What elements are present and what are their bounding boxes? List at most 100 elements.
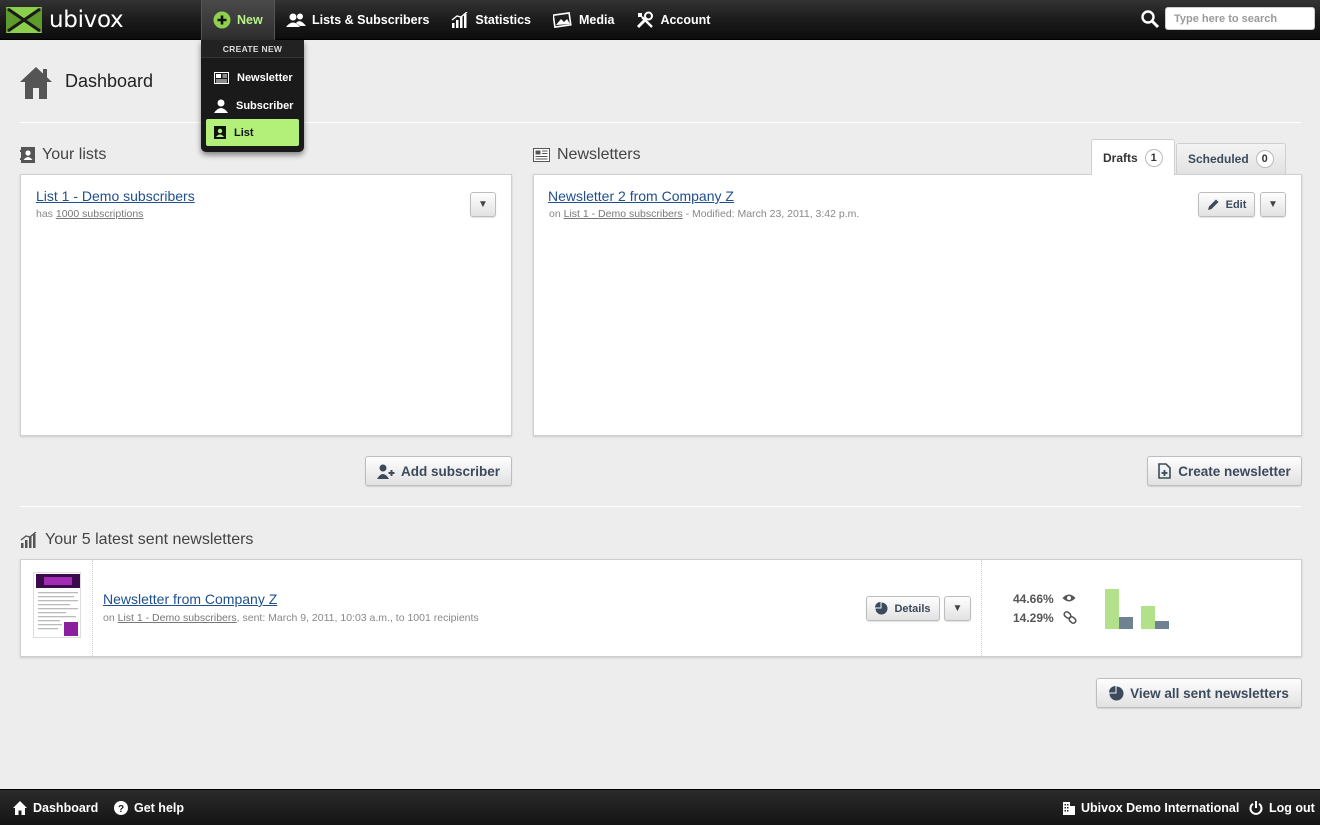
footer-bar: Dashboard ? Get help Ubivox Demo Interna… <box>0 789 1320 825</box>
footer-help-link[interactable]: ? Get help <box>114 790 184 825</box>
sent-section-heading: Your 5 latest sent newsletters <box>20 531 253 549</box>
newsletter-preview-image <box>34 573 80 637</box>
newsletter-draft-list-link[interactable]: List 1 - Demo subscribers <box>564 208 683 220</box>
address-book-icon <box>20 147 35 163</box>
link-icon <box>1063 611 1077 624</box>
list-item-prefix: has <box>36 208 53 220</box>
newsletter-draft-title[interactable]: Newsletter 2 from Company Z <box>548 188 734 204</box>
search-input[interactable] <box>1165 7 1315 30</box>
newsletter-draft-meta: on List 1 - Demo subscribers - Modified:… <box>549 208 859 220</box>
create-new-dropdown: CREATE NEW Newsletter Subscriber List <box>201 40 304 152</box>
footer-logout-label: Log out <box>1269 801 1315 815</box>
plus-circle-icon <box>213 11 231 29</box>
view-all-sent-button[interactable]: View all sent newsletters <box>1096 678 1302 708</box>
mini-chart-bar-gray <box>1119 617 1133 629</box>
tools-icon <box>637 11 654 29</box>
view-all-label: View all sent newsletters <box>1130 685 1289 701</box>
search-icon[interactable] <box>1140 9 1160 29</box>
mini-chart-bar-gray <box>1155 621 1169 629</box>
thumb-divider <box>92 560 93 656</box>
sent-newsletters-panel: Newsletter from Company Z on List 1 - De… <box>20 559 1302 657</box>
footer-dashboard-link[interactable]: Dashboard <box>13 790 98 825</box>
logo[interactable]: ubivox <box>6 5 124 35</box>
sent-heading-text: Your 5 latest sent newsletters <box>45 531 254 548</box>
edit-newsletter-button[interactable]: Edit <box>1198 192 1255 217</box>
list-item-title[interactable]: List 1 - Demo subscribers <box>36 188 195 204</box>
mini-chart-bar-green <box>1105 589 1119 629</box>
users-icon <box>286 13 306 27</box>
dropdown-item-list[interactable]: List <box>206 119 299 146</box>
lists-heading-text: Your lists <box>42 146 107 163</box>
ubivox-logo-icon <box>6 7 42 33</box>
pie-chart-icon <box>875 602 888 615</box>
add-subscriber-button[interactable]: Add subscriber <box>365 456 512 486</box>
brand-name: ubivox <box>49 7 124 33</box>
newspaper-icon <box>533 148 550 162</box>
dropdown-list-label: List <box>234 126 254 139</box>
footer-logout-link[interactable]: Log out <box>1249 790 1315 825</box>
newsletter-thumbnail[interactable] <box>33 572 81 638</box>
nav-statistics[interactable]: Statistics <box>440 0 542 40</box>
tab-scheduled-label: Scheduled <box>1188 152 1249 166</box>
help-icon: ? <box>114 801 128 815</box>
tab-drafts-label: Drafts <box>1103 150 1138 165</box>
power-icon <box>1249 801 1263 815</box>
pie-chart-icon <box>1109 685 1124 700</box>
list-subscriptions-link[interactable]: 1000 subscriptions <box>56 208 144 220</box>
statistics-icon <box>20 532 37 548</box>
main-nav: New Lists & Subscribers Statistics Media <box>201 0 721 40</box>
nav-lists-subscribers[interactable]: Lists & Subscribers <box>275 0 440 40</box>
dropdown-header: CREATE NEW <box>201 40 304 58</box>
address-book-icon <box>214 126 226 139</box>
edit-label: Edit <box>1225 198 1247 211</box>
tab-scheduled[interactable]: Scheduled 0 <box>1176 143 1286 174</box>
lists-panel: List 1 - Demo subscribers has 1000 subsc… <box>20 174 512 436</box>
newsletter-draft-on: on <box>549 208 561 220</box>
sent-newsletter-list-link[interactable]: List 1 - Demo subscribers <box>118 612 237 624</box>
dropdown-item-newsletter[interactable]: Newsletter <box>206 64 299 91</box>
footer-help-label: Get help <box>134 801 185 815</box>
statistics-icon <box>451 12 468 28</box>
newsletters-section-heading: Newsletters <box>533 146 641 164</box>
nav-lists-label: Lists & Subscribers <box>312 13 430 27</box>
list-item-meta: has 1000 subscriptions <box>36 208 143 220</box>
scheduled-count-badge: 0 <box>1255 150 1274 168</box>
eye-icon <box>1062 594 1076 602</box>
dropdown-item-subscriber[interactable]: Subscriber <box>206 92 299 119</box>
sent-newsletter-details: , sent: March 9, 2011, 10:03 a.m., to 10… <box>236 612 479 624</box>
newsletters-heading-text: Newsletters <box>557 146 641 163</box>
nav-statistics-label: Statistics <box>475 13 531 27</box>
newsletters-panel: Newsletter 2 from Company Z on List 1 - … <box>533 174 1302 436</box>
details-label: Details <box>894 602 931 615</box>
newspaper-icon <box>214 71 229 84</box>
create-newsletter-label: Create newsletter <box>1178 463 1291 479</box>
newsletter-draft-modified: - Modified: March 23, 2011, 3:42 p.m. <box>682 208 860 220</box>
newsletter-options-button[interactable] <box>1260 192 1286 217</box>
nav-media[interactable]: Media <box>542 0 625 40</box>
open-rate-value: 44.66% <box>1013 592 1054 606</box>
click-rate-value: 14.29% <box>1013 611 1054 625</box>
lists-section-heading: Your lists <box>20 146 106 164</box>
add-user-icon <box>376 464 395 479</box>
tab-drafts[interactable]: Drafts 1 <box>1091 139 1175 175</box>
nav-account-label: Account <box>660 13 711 27</box>
add-subscriber-label: Add subscriber <box>400 463 501 479</box>
mini-chart-bar-green <box>1141 606 1155 629</box>
sent-newsletter-on: on <box>103 612 115 624</box>
nav-account[interactable]: Account <box>625 0 721 40</box>
details-button[interactable]: Details <box>866 596 940 621</box>
stats-divider <box>981 560 982 656</box>
footer-account-link[interactable]: Ubivox Demo International <box>1063 790 1239 825</box>
section-divider <box>20 506 1301 507</box>
drafts-count-badge: 1 <box>1144 148 1163 167</box>
nav-new[interactable]: New <box>201 0 275 40</box>
sent-newsletter-options-button[interactable] <box>944 596 971 621</box>
pencil-icon <box>1207 199 1219 210</box>
footer-dashboard-label: Dashboard <box>33 801 99 815</box>
svg-text:?: ? <box>118 804 124 815</box>
create-newsletter-button[interactable]: Create newsletter <box>1147 456 1302 486</box>
sent-newsletter-title[interactable]: Newsletter from Company Z <box>103 591 277 607</box>
nav-new-label: New <box>237 13 263 27</box>
new-document-icon <box>1158 463 1172 479</box>
list-options-button[interactable] <box>470 192 496 217</box>
